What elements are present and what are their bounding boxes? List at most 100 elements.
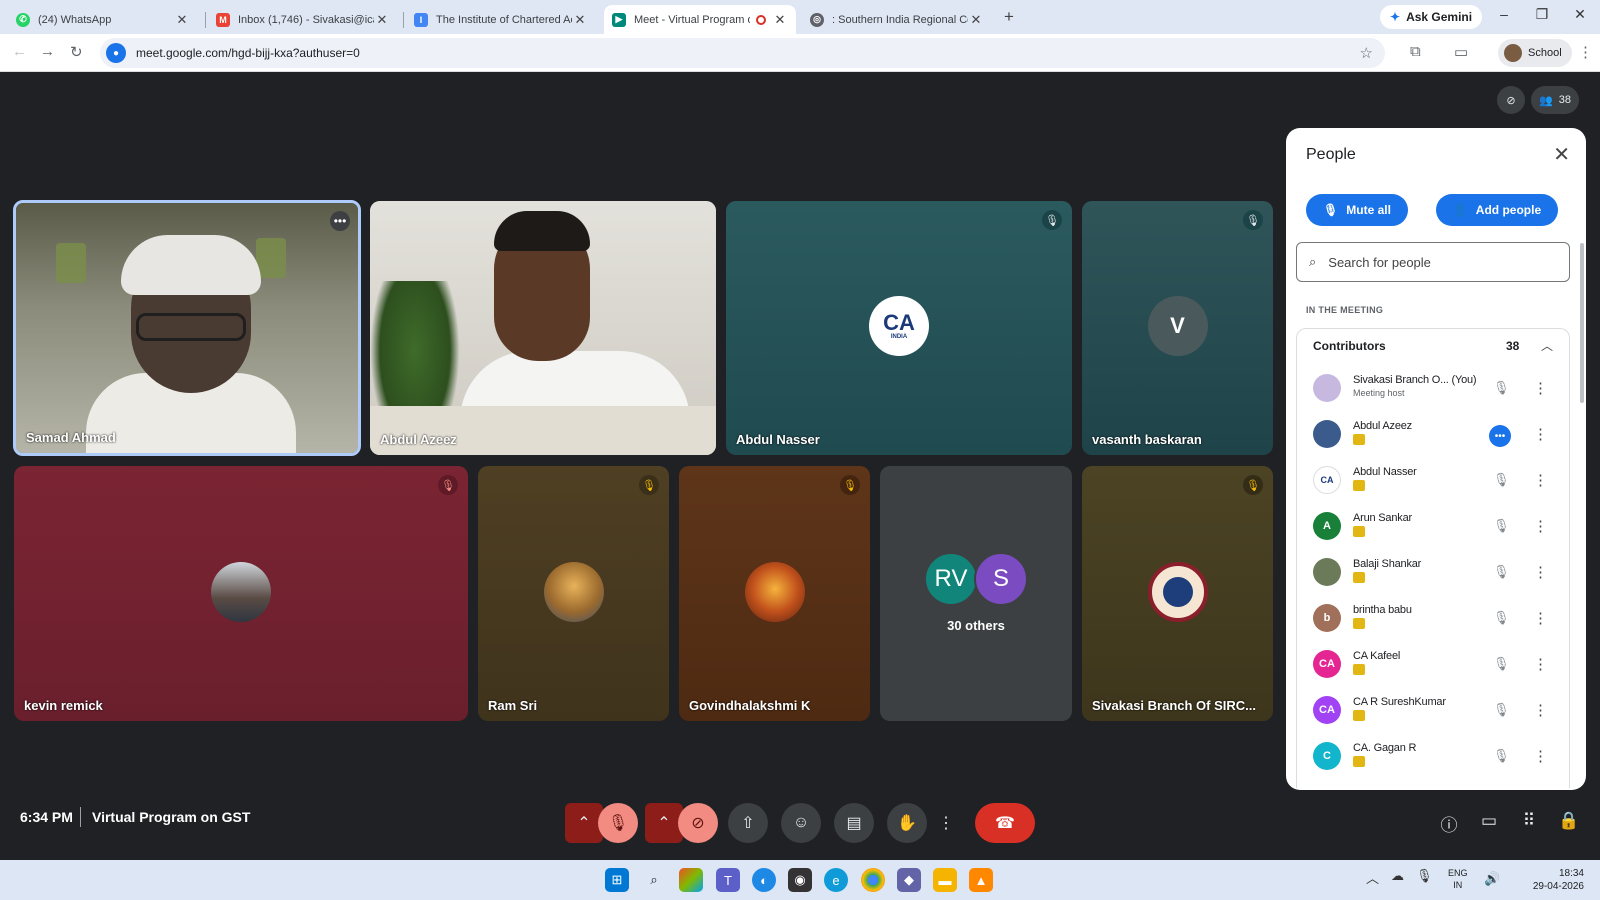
language-indicator[interactable]: ENG IN (1448, 867, 1468, 891)
participant-row[interactable]: A Arun Sankar 🎙 ⋮ (1297, 505, 1571, 551)
reload-button[interactable]: ↻ (70, 43, 83, 61)
others-tile[interactable]: RV S 30 others (880, 466, 1072, 721)
app-icon[interactable]: ◐ (752, 868, 776, 892)
close-icon[interactable]: ✕ (772, 12, 788, 28)
more-options-button[interactable]: ⋮ (934, 803, 958, 843)
more-vert-icon[interactable]: ⋮ (1533, 425, 1548, 443)
mic-off-icon[interactable]: 🎙 (1493, 380, 1510, 396)
chrome-icon[interactable] (861, 868, 885, 892)
participant-tile[interactable]: 🎙 Sivakasi Branch Of SIRC... (1082, 466, 1273, 721)
minimize-button[interactable]: – (1494, 6, 1514, 22)
participant-tile[interactable]: 🎙 V vasanth baskaran (1082, 201, 1273, 455)
add-people-button[interactable]: 👤 Add people (1436, 194, 1558, 226)
gemini-icon: ✦ (1390, 10, 1401, 24)
search-icon[interactable]: ⌕ (642, 868, 666, 892)
participant-tile[interactable]: 🎙 Govindhalakshmi K (679, 466, 870, 721)
host-controls-icon[interactable]: 🔒 (1557, 811, 1581, 831)
mic-toggle-button[interactable]: 🎙 (598, 803, 638, 843)
window-close-button[interactable]: ✕ (1570, 6, 1590, 23)
more-vert-icon[interactable]: ⋮ (1533, 379, 1548, 397)
participants-button[interactable]: 👥 38 (1531, 86, 1579, 114)
participant-row[interactable]: Sivakasi Branch O... (You) Meeting host … (1297, 367, 1571, 413)
tab-sirc[interactable]: ◎ : Southern India Regional Coun ✕ (802, 5, 992, 34)
chevron-up-icon[interactable]: ︿ (1366, 868, 1379, 887)
chevron-up-icon[interactable]: ︿ (1541, 337, 1553, 354)
microphone-icon[interactable]: 🎙 (1416, 868, 1433, 887)
camera-toggle-button[interactable]: ⊘ (678, 803, 718, 843)
participant-row[interactable]: Abdul Azeez ••• ⋮ (1297, 413, 1571, 459)
more-options-icon[interactable]: ••• (330, 211, 350, 231)
teams-icon[interactable]: T (716, 868, 740, 892)
close-icon[interactable]: ✕ (572, 12, 588, 28)
back-button[interactable]: ← (12, 43, 27, 60)
app-icon[interactable]: ◆ (897, 868, 921, 892)
mic-off-icon[interactable]: 🎙 (1493, 610, 1510, 626)
participant-row[interactable]: CA CA Kafeel 🎙 ⋮ (1297, 643, 1571, 689)
cast-icon[interactable]: ▭ (1454, 43, 1468, 61)
network-icon[interactable]: ☁ (1391, 868, 1404, 887)
more-vert-icon[interactable]: ⋮ (1533, 747, 1548, 765)
captions-off-icon[interactable]: ⊘ (1497, 86, 1525, 114)
raise-hand-button[interactable]: ✋ (887, 803, 927, 843)
participant-tile[interactable]: ••• Samad Ahmad (13, 200, 361, 456)
windows-start-icon[interactable]: ⊞ (605, 868, 629, 892)
camera-app-icon[interactable]: ◉ (788, 868, 812, 892)
volume-icon[interactable]: 🔊 (1484, 871, 1500, 887)
participant-row[interactable]: b brintha babu 🎙 ⋮ (1297, 597, 1571, 643)
more-vert-icon[interactable]: ⋮ (1533, 655, 1548, 673)
tab-whatsapp[interactable]: ✆ (24) WhatsApp ✕ (8, 5, 198, 34)
mic-off-icon[interactable]: 🎙 (1493, 472, 1510, 488)
forward-button[interactable]: → (40, 43, 55, 60)
avatar: CA (1313, 650, 1341, 678)
search-input[interactable]: ⌕ Search for people (1296, 242, 1570, 282)
mic-off-icon[interactable]: 🎙 (1493, 748, 1510, 764)
edge-icon[interactable]: e (824, 868, 848, 892)
file-explorer-icon[interactable]: ▬ (933, 868, 957, 892)
ask-gemini-button[interactable]: ✦ Ask Gemini (1380, 5, 1483, 29)
address-bar[interactable]: ● meet.google.com/hgd-bijj-kxa?authuser=… (100, 38, 1385, 68)
mic-off-icon[interactable]: 🎙 (1493, 656, 1510, 672)
participant-tile[interactable]: Abdul Azeez (370, 201, 716, 455)
participant-tile[interactable]: 🎙 Ram Sri (478, 466, 669, 721)
close-icon[interactable]: ✕ (374, 12, 390, 28)
reactions-button[interactable]: ☺ (781, 803, 821, 843)
restore-button[interactable]: ❐ (1532, 6, 1552, 23)
participant-tile[interactable]: 🎙 kevin remick (14, 466, 468, 721)
menu-icon[interactable]: ⋮ (1578, 43, 1593, 61)
captions-button[interactable]: ▤ (834, 803, 874, 843)
vlc-icon[interactable]: ▲ (969, 868, 993, 892)
mic-off-icon[interactable]: 🎙 (1493, 564, 1510, 580)
participant-row[interactable]: C CA. Gagan R 🎙 ⋮ (1297, 735, 1571, 781)
copilot-icon[interactable] (679, 868, 703, 892)
new-tab-button[interactable]: + (1004, 7, 1014, 27)
tab-gmail[interactable]: M Inbox (1,746) - Sivakasi@icai.or ✕ (208, 5, 398, 34)
mute-all-button[interactable]: 🎙 Mute all (1306, 194, 1408, 226)
present-screen-button[interactable]: ⇧ (728, 803, 768, 843)
participant-row[interactable]: Balaji Shankar 🎙 ⋮ (1297, 551, 1571, 597)
meeting-info-icon[interactable]: ⓘ (1437, 811, 1461, 836)
tab-meet[interactable]: ▶ Meet - Virtual Program on ( ✕ (604, 5, 796, 34)
profile-button[interactable]: School (1498, 39, 1572, 67)
more-vert-icon[interactable]: ⋮ (1533, 701, 1548, 719)
more-vert-icon[interactable]: ⋮ (1533, 517, 1548, 535)
mic-off-icon[interactable]: 🎙 (1493, 518, 1510, 534)
more-vert-icon[interactable]: ⋮ (1533, 471, 1548, 489)
panel-scrollbar[interactable] (1580, 243, 1584, 403)
participant-tile[interactable]: 🎙 CA INDIA Abdul Nasser (726, 201, 1072, 455)
chat-icon[interactable]: ▭ (1477, 811, 1501, 831)
extensions-icon[interactable]: ⧉ (1410, 43, 1421, 60)
bookmark-star-icon[interactable]: ☆ (1360, 44, 1373, 62)
close-icon[interactable]: ✕ (1553, 142, 1570, 167)
activities-icon[interactable]: ⠿ (1517, 811, 1541, 831)
more-vert-icon[interactable]: ⋮ (1533, 563, 1548, 581)
system-clock[interactable]: 18:34 29-04-2026 (1528, 867, 1584, 893)
participant-name: Arun Sankar (1353, 512, 1412, 524)
leave-call-button[interactable]: ☎ (975, 803, 1035, 843)
close-icon[interactable]: ✕ (968, 12, 984, 28)
mic-off-icon[interactable]: 🎙 (1493, 702, 1510, 718)
participant-row[interactable]: CA CA R SureshKumar 🎙 ⋮ (1297, 689, 1571, 735)
close-icon[interactable]: ✕ (174, 12, 190, 28)
participant-row[interactable]: CA Abdul Nasser 🎙 ⋮ (1297, 459, 1571, 505)
tab-icai[interactable]: I The Institute of Chartered Acco ✕ (406, 5, 596, 34)
more-vert-icon[interactable]: ⋮ (1533, 609, 1548, 627)
